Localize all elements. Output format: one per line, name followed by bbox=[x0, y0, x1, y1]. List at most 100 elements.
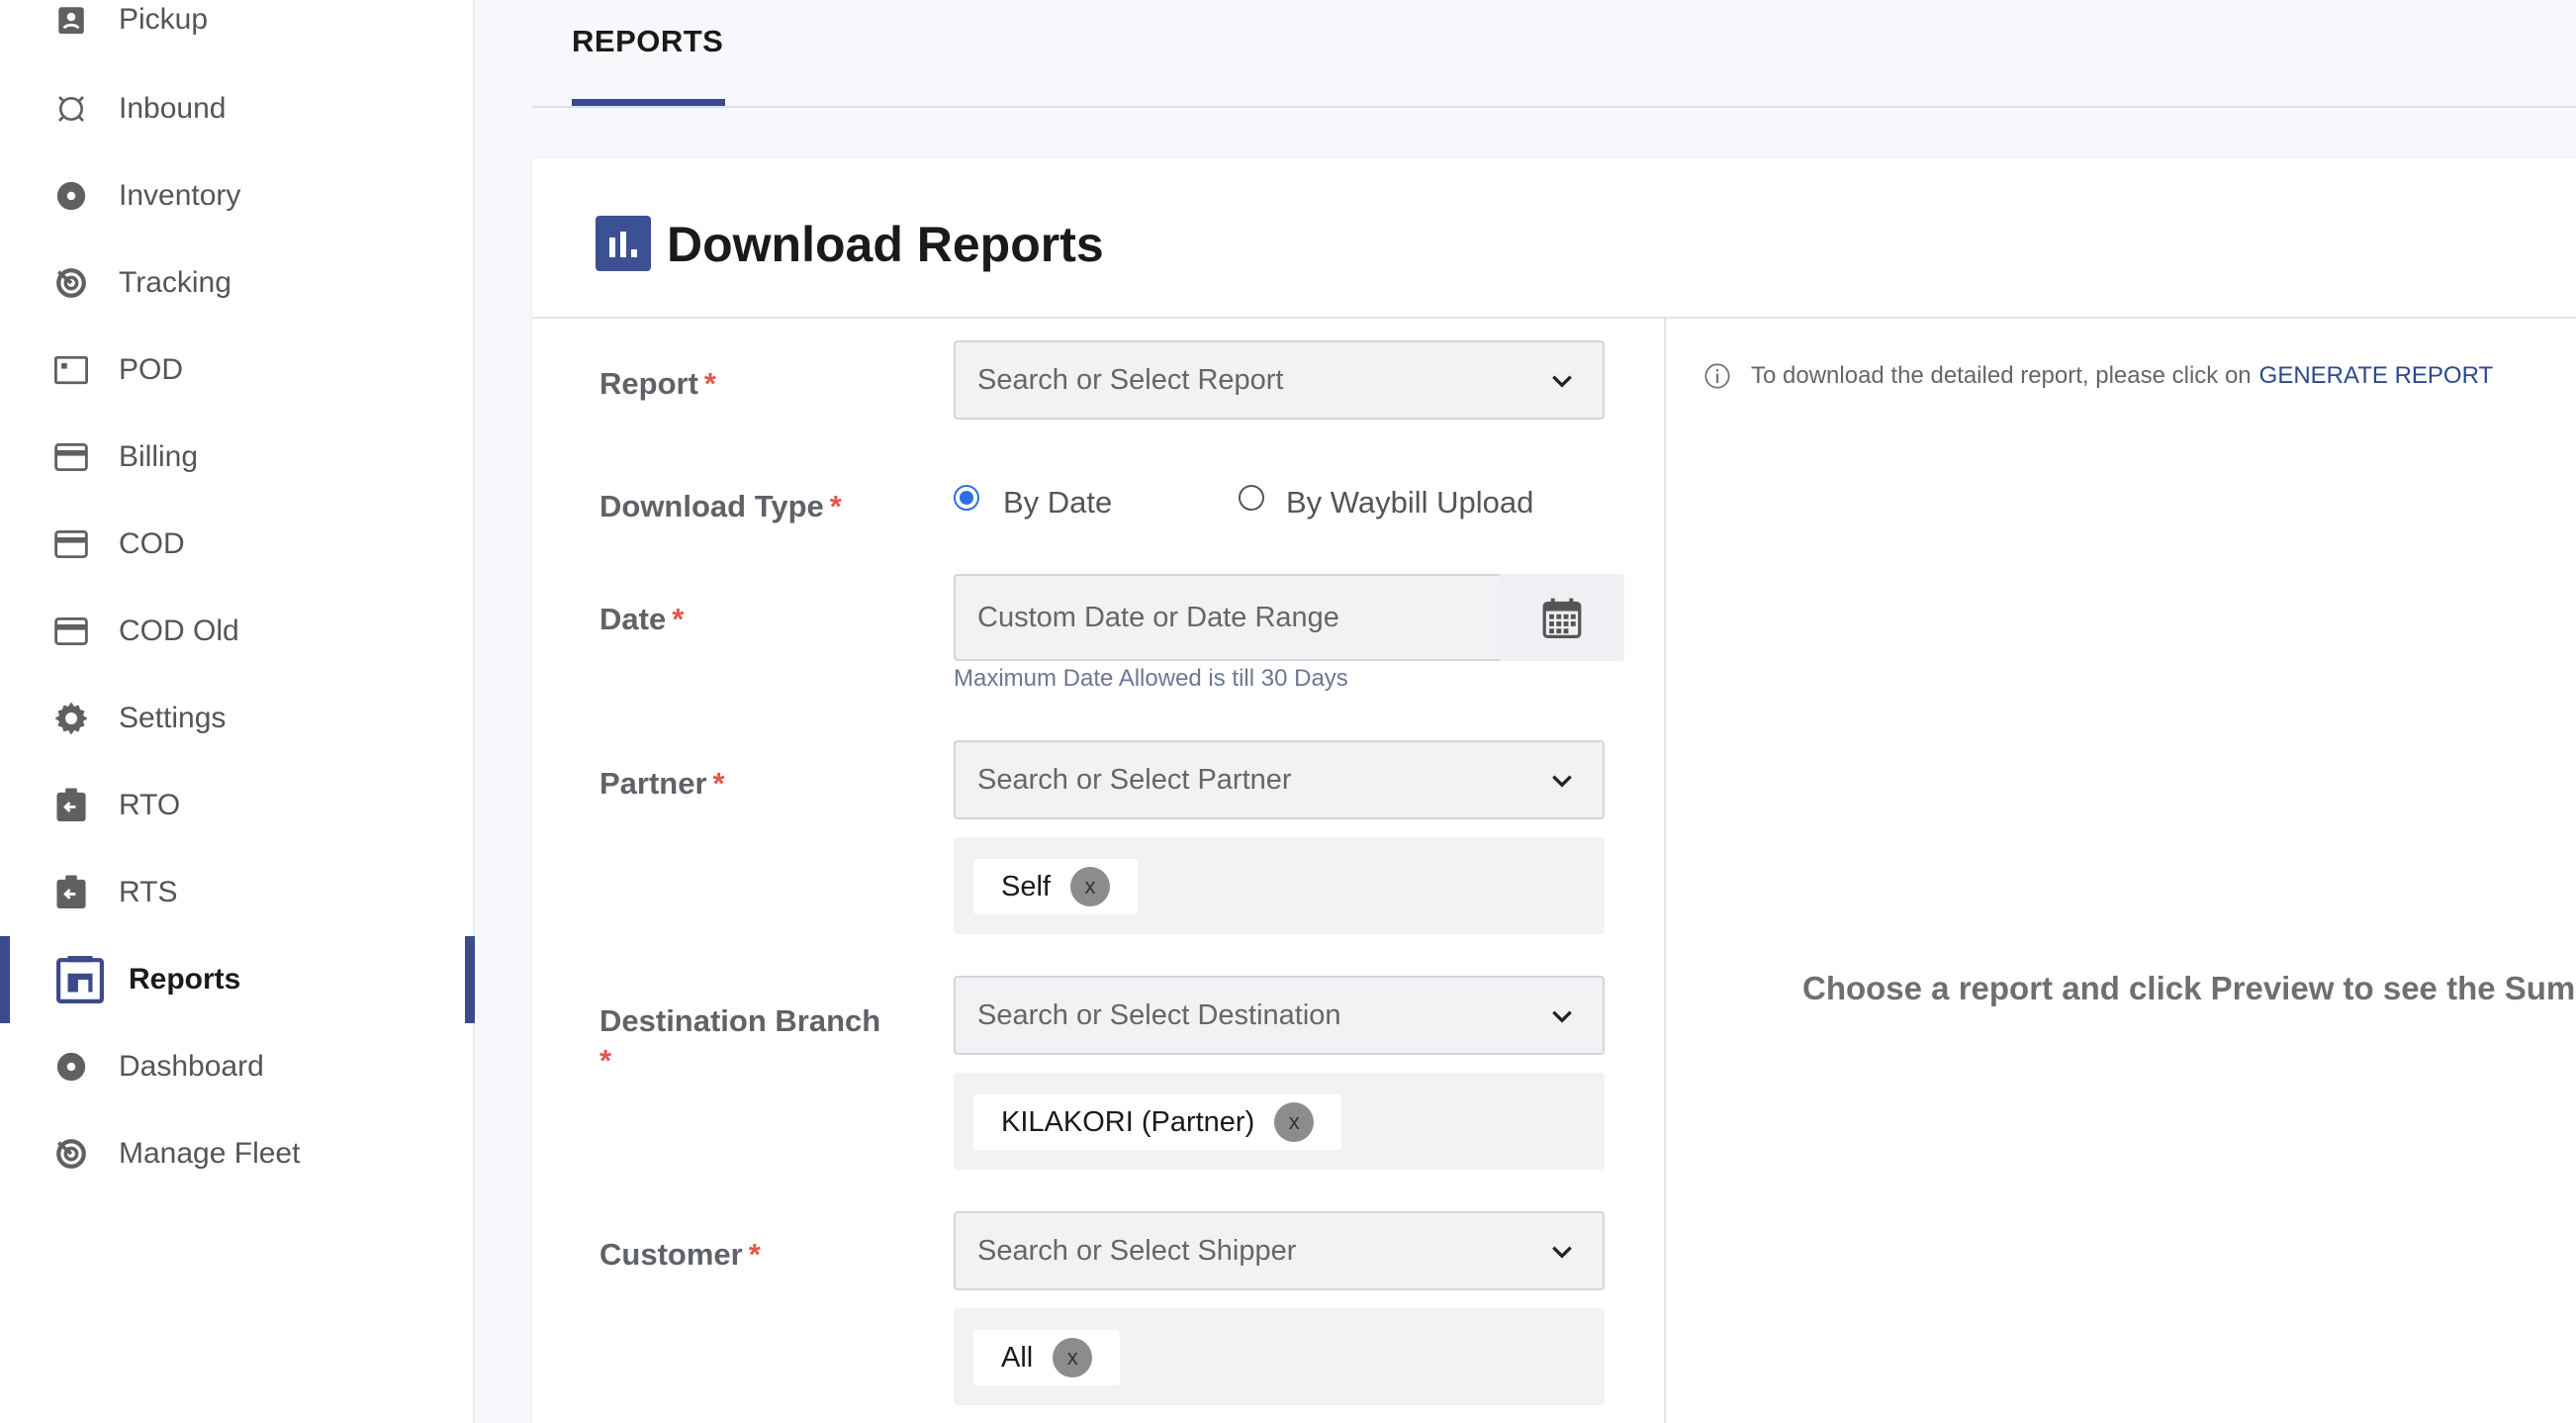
required-marker: * bbox=[703, 366, 716, 401]
destination-chip: KILAKORI (Partner) x bbox=[973, 1094, 1342, 1150]
partner-selected-box: Self x bbox=[954, 837, 1605, 934]
sidebar-item-label: RTS bbox=[119, 876, 178, 908]
vertical-divider bbox=[1664, 317, 1666, 1423]
active-indicator bbox=[0, 936, 10, 1023]
required-marker: * bbox=[672, 602, 685, 636]
date-hint: Maximum Date Allowed is till 30 Days bbox=[954, 665, 1348, 692]
cod-icon bbox=[51, 524, 91, 564]
destination-label: Destination Branch * bbox=[599, 1001, 916, 1081]
sidebar-item-label: Billing bbox=[119, 440, 199, 473]
pod-icon bbox=[51, 350, 91, 390]
partner-label-text: Partner bbox=[599, 766, 707, 801]
customer-select[interactable]: Search or Select Shipper bbox=[954, 1211, 1605, 1290]
chevron-down-icon bbox=[1552, 1246, 1572, 1259]
radio-by-date[interactable] bbox=[954, 485, 979, 511]
chevron-down-icon bbox=[1552, 1010, 1572, 1023]
report-select[interactable]: Search or Select Report bbox=[954, 340, 1605, 420]
customer-select-placeholder: Search or Select Shipper bbox=[977, 1234, 1297, 1267]
inbound-icon bbox=[51, 89, 91, 129]
destination-selected-box: KILAKORI (Partner) x bbox=[954, 1073, 1605, 1170]
rts-icon bbox=[51, 873, 91, 912]
card-divider bbox=[532, 317, 2576, 319]
sidebar-item-label: Inventory bbox=[119, 179, 241, 212]
sidebar-item-label: Settings bbox=[119, 702, 227, 734]
chip-remove-icon[interactable]: x bbox=[1069, 867, 1110, 906]
rto-icon bbox=[51, 786, 91, 825]
customer-label: Customer * bbox=[599, 1237, 761, 1273]
generate-report-link[interactable]: GENERATE REPORT bbox=[2259, 362, 2493, 390]
tracking-icon bbox=[51, 263, 91, 303]
download-type-label: Download Type * bbox=[599, 489, 842, 524]
sidebar-item-pickup[interactable]: Pickup bbox=[0, 0, 475, 63]
sidebar-item-dashboard[interactable]: Dashboard bbox=[0, 1023, 475, 1110]
tab-divider bbox=[532, 106, 2576, 108]
sidebar-item-label: COD Old bbox=[119, 615, 239, 647]
sidebar-item-label: RTO bbox=[119, 789, 181, 821]
sidebar-item-settings[interactable]: Settings bbox=[0, 675, 475, 762]
report-select-placeholder: Search or Select Report bbox=[977, 363, 1284, 396]
tab-reports[interactable]: REPORTS bbox=[572, 24, 723, 59]
customer-chip: All x bbox=[973, 1330, 1121, 1385]
chip-label: KILAKORI (Partner) bbox=[1001, 1105, 1255, 1138]
sidebar-item-label: COD bbox=[119, 527, 185, 560]
partner-select[interactable]: Search or Select Partner bbox=[954, 740, 1605, 819]
sidebar-item-label: Inbound bbox=[119, 92, 227, 125]
sidebar-item-reports[interactable]: Reports bbox=[0, 936, 475, 1023]
empty-state-message: Choose a report and click Preview to see… bbox=[1802, 970, 2576, 1006]
sidebar-item-label: POD bbox=[119, 353, 184, 386]
date-label-text: Date bbox=[599, 602, 667, 636]
destination-select-placeholder: Search or Select Destination bbox=[977, 998, 1341, 1031]
sidebar-item-pod[interactable]: POD bbox=[0, 327, 475, 414]
chevron-down-icon bbox=[1552, 375, 1572, 388]
chip-label: All bbox=[1001, 1341, 1034, 1374]
sidebar-item-rts[interactable]: RTS bbox=[0, 849, 475, 936]
partner-select-placeholder: Search or Select Partner bbox=[977, 763, 1292, 796]
sidebar-item-manage-fleet[interactable]: Manage Fleet bbox=[0, 1110, 475, 1197]
partner-label: Partner * bbox=[599, 766, 725, 802]
active-indicator bbox=[465, 936, 475, 1023]
pickup-icon bbox=[51, 0, 91, 40]
date-range-placeholder: Custom Date or Date Range bbox=[977, 601, 1339, 633]
required-marker: * bbox=[599, 1043, 612, 1078]
billing-icon bbox=[51, 437, 91, 477]
sidebar-item-label: Dashboard bbox=[119, 1050, 264, 1083]
sidebar-item-cod[interactable]: COD bbox=[0, 501, 475, 588]
radio-by-waybill-upload[interactable] bbox=[1239, 485, 1264, 511]
chip-remove-icon[interactable]: x bbox=[1274, 1102, 1315, 1142]
date-label: Date * bbox=[599, 602, 684, 637]
sidebar-item-inventory[interactable]: Inventory bbox=[0, 152, 475, 239]
sidebar-item-billing[interactable]: Billing bbox=[0, 414, 475, 501]
sidebar-item-rto[interactable]: RTO bbox=[0, 762, 475, 849]
page-title: Download Reports bbox=[667, 217, 1104, 272]
report-label: Report * bbox=[599, 366, 716, 402]
dashboard-icon bbox=[51, 1047, 91, 1087]
sidebar-item-label: Pickup bbox=[119, 3, 209, 36]
destination-label-text: Destination Branch bbox=[599, 1003, 881, 1038]
download-type-label-text: Download Type bbox=[599, 489, 824, 523]
info-message: To download the detailed report, please … bbox=[1703, 362, 2493, 390]
sidebar: Pickup Inbound Inventory Tracking POD Bi… bbox=[0, 0, 475, 1423]
partner-chip: Self x bbox=[973, 859, 1138, 914]
required-marker: * bbox=[748, 1237, 761, 1272]
info-icon bbox=[1704, 363, 1730, 389]
inventory-icon bbox=[51, 176, 91, 216]
chevron-down-icon bbox=[1552, 775, 1572, 788]
sidebar-item-cod-old[interactable]: COD Old bbox=[0, 588, 475, 675]
sidebar-item-label: Manage Fleet bbox=[119, 1137, 301, 1170]
radio-by-date-label[interactable]: By Date bbox=[1003, 485, 1112, 521]
destination-select[interactable]: Search or Select Destination bbox=[954, 976, 1605, 1055]
date-range-input[interactable]: Custom Date or Date Range bbox=[954, 574, 1500, 661]
sidebar-item-tracking[interactable]: Tracking bbox=[0, 239, 475, 327]
customer-label-text: Customer bbox=[599, 1237, 743, 1272]
chip-label: Self bbox=[1001, 870, 1051, 902]
radio-by-waybill-label[interactable]: By Waybill Upload bbox=[1286, 485, 1533, 521]
sidebar-item-label: Tracking bbox=[119, 266, 231, 299]
download-reports-card: Download Reports Report * Search or Selec… bbox=[532, 158, 2576, 1423]
sidebar-item-label: Reports bbox=[129, 963, 241, 996]
chip-remove-icon[interactable]: x bbox=[1053, 1338, 1093, 1377]
sidebar-item-inbound[interactable]: Inbound bbox=[0, 65, 475, 152]
required-marker: * bbox=[829, 489, 842, 523]
bar-chart-icon bbox=[596, 216, 651, 271]
gear-icon bbox=[51, 699, 91, 738]
calendar-button[interactable] bbox=[1500, 574, 1624, 661]
